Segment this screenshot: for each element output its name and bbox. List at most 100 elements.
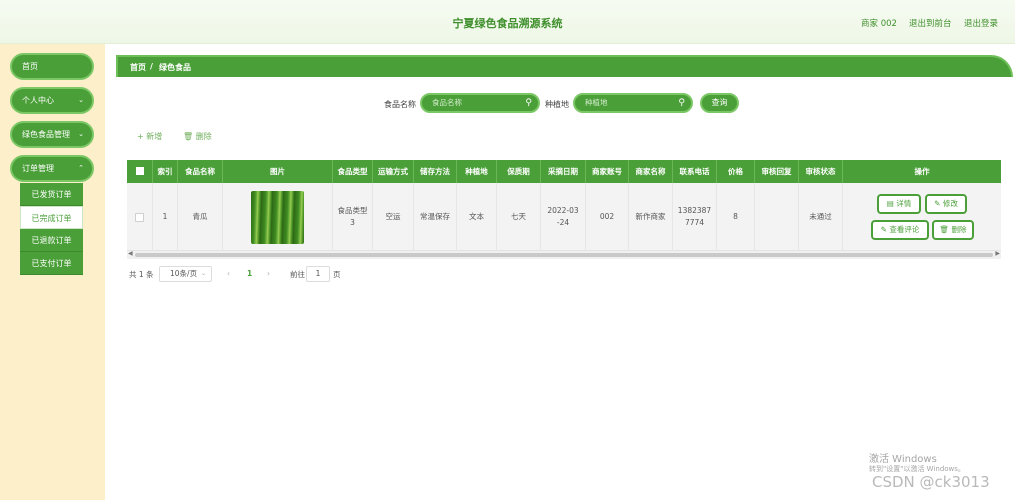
row-checkbox[interactable]: [127, 183, 153, 251]
plus-icon: +: [137, 132, 144, 141]
edit-icon: ✎: [934, 199, 941, 208]
view-comments-button[interactable]: ✎ 查看评论: [871, 220, 929, 240]
sidebar-item-label: 绿色食品管理: [22, 130, 70, 139]
row-delete-button[interactable]: 🗑 删除: [932, 220, 974, 240]
top-header: 宁夏绿色食品溯源系统 商家 002 退出到前台 退出登录: [0, 0, 1015, 44]
sidebar-item-personal-center[interactable]: 个人中心 ⌄: [10, 87, 94, 114]
table-row: 1 青瓜 食品类型 3 空运 常温保存 文本 七天 2022-03 -24 00…: [127, 183, 1001, 251]
food-name-input[interactable]: 食品名称 ⚲: [420, 93, 540, 113]
cell-phone: 1382387 7774: [673, 183, 717, 251]
origin-input[interactable]: 种植地 ⚲: [573, 93, 693, 113]
sidebar-item-orders[interactable]: 订单管理 ⌃: [10, 155, 94, 182]
document-icon: ▤: [886, 199, 894, 208]
col-header: 商家账号: [586, 160, 629, 183]
current-page[interactable]: 1: [247, 269, 252, 278]
cell-transport: 空运: [373, 183, 414, 251]
col-header: 联系电话: [673, 160, 717, 183]
sidebar-item-label: 首页: [22, 62, 38, 71]
col-header: 运输方式: [373, 160, 414, 183]
delete-button-label: 删除: [195, 132, 212, 141]
submenu-refunded-orders[interactable]: 已退款订单: [20, 229, 83, 252]
chevron-down-icon: ⌄: [200, 270, 206, 277]
cell-pick-date: 2022-03 -24: [541, 183, 586, 251]
submenu-paid-orders[interactable]: 已支付订单: [20, 252, 83, 275]
row-delete-button-label: 删除: [951, 225, 967, 234]
food-image-cucumbers[interactable]: [251, 190, 304, 244]
prev-page-button[interactable]: ‹: [227, 269, 230, 278]
col-header: 采摘日期: [541, 160, 586, 183]
scroll-left-icon[interactable]: ◀: [128, 250, 133, 257]
submenu-shipped-orders[interactable]: 已发货订单: [20, 183, 83, 206]
cell-merchant-account: 002: [586, 183, 629, 251]
search-icon: ⚲: [525, 98, 532, 108]
edit-icon: ✎: [880, 225, 887, 234]
breadcrumb-home[interactable]: 首页: [130, 62, 146, 73]
cell-merchant-name: 新作商家: [629, 183, 673, 251]
chevron-down-icon: ⌄: [78, 130, 84, 138]
page-suffix: 页: [333, 270, 341, 279]
view-comments-button-label: 查看评论: [889, 225, 920, 234]
chevron-down-icon: ⌄: [78, 96, 84, 104]
goto-page-input[interactable]: 1: [306, 266, 330, 282]
sidebar-item-label: 订单管理: [22, 164, 54, 173]
col-header: 图片: [223, 160, 333, 183]
current-user: 商家 002: [861, 19, 897, 29]
logout-link[interactable]: 退出登录: [964, 17, 998, 29]
scroll-right-icon[interactable]: ▶: [995, 250, 1000, 257]
col-header: 保质期: [497, 160, 541, 183]
orders-submenu: 已发货订单 已完成订单 已退款订单 已支付订单: [20, 183, 83, 275]
cell-shelf-life: 七天: [497, 183, 541, 251]
trash-icon: 🗑: [183, 132, 194, 141]
breadcrumb: 首页 / 绿色食品: [116, 55, 1013, 77]
scrollbar-thumb[interactable]: [135, 253, 993, 257]
detail-button-label: 详情: [896, 199, 912, 208]
cell-review-status: 未通过: [799, 183, 843, 251]
add-button[interactable]: + 新增: [137, 131, 162, 142]
food-name-label: 食品名称: [384, 100, 416, 109]
trash-icon: 🗑: [939, 225, 950, 234]
sidebar-item-green-food[interactable]: 绿色食品管理 ⌄: [10, 121, 94, 148]
cell-origin: 文本: [457, 183, 497, 251]
cell-food-name: 青瓜: [178, 183, 223, 251]
goto-label: 前往: [290, 270, 305, 279]
front-page-link[interactable]: 退出到前台: [909, 17, 952, 29]
col-header: 食品名称: [178, 160, 223, 183]
detail-button[interactable]: ▤ 详情: [877, 194, 921, 214]
cell-storage: 常温保存: [414, 183, 457, 251]
cell-price: 8: [717, 183, 755, 251]
col-header: 种植地: [457, 160, 497, 183]
sidebar-item-label: 个人中心: [22, 96, 54, 105]
col-header: 储存方法: [414, 160, 457, 183]
page-size-select[interactable]: 10条/页 ⌄: [159, 266, 212, 282]
cell-review-reply: [755, 183, 799, 251]
origin-placeholder: 种植地: [585, 98, 608, 107]
total-count: 共 1 条: [129, 270, 154, 279]
sidebar-item-home[interactable]: 首页: [10, 53, 94, 80]
food-name-placeholder: 食品名称: [432, 98, 462, 107]
edit-button[interactable]: ✎ 修改: [925, 194, 967, 214]
delete-button[interactable]: 🗑 删除: [183, 131, 212, 142]
search-icon: ⚲: [678, 98, 685, 108]
cell-index: 1: [153, 183, 178, 251]
col-header: 索引: [153, 160, 178, 183]
col-header: 食品类型: [333, 160, 373, 183]
sidebar: 首页 个人中心 ⌄ 绿色食品管理 ⌄ 订单管理 ⌃ 已发货订单 已完成订单 已退…: [0, 44, 105, 500]
col-header: 商家名称: [629, 160, 673, 183]
table-header: 索引 食品名称 图片 食品类型 运输方式 储存方法 种植地 保质期 采摘日期 商…: [127, 160, 1001, 183]
csdn-watermark: CSDN @ck3013: [872, 473, 990, 491]
cell-actions: [843, 183, 1001, 251]
windows-activation-title: 激活 Windows: [869, 454, 937, 465]
add-button-label: 新增: [146, 132, 163, 141]
submenu-completed-orders[interactable]: 已完成订单: [20, 206, 83, 229]
edit-button-label: 修改: [942, 199, 958, 208]
cell-image: [223, 183, 333, 251]
chevron-up-icon: ⌃: [78, 164, 84, 172]
cell-food-type: 食品类型 3: [333, 183, 373, 251]
next-page-button[interactable]: ›: [267, 269, 270, 278]
select-all-checkbox[interactable]: [127, 160, 153, 183]
query-button[interactable]: 查询: [700, 93, 739, 113]
origin-label: 种植地: [545, 100, 569, 109]
page-size-value: 10条/页: [170, 269, 198, 278]
col-header: 审核回复: [755, 160, 799, 183]
horizontal-scrollbar[interactable]: ◀ ▶: [127, 250, 1001, 259]
